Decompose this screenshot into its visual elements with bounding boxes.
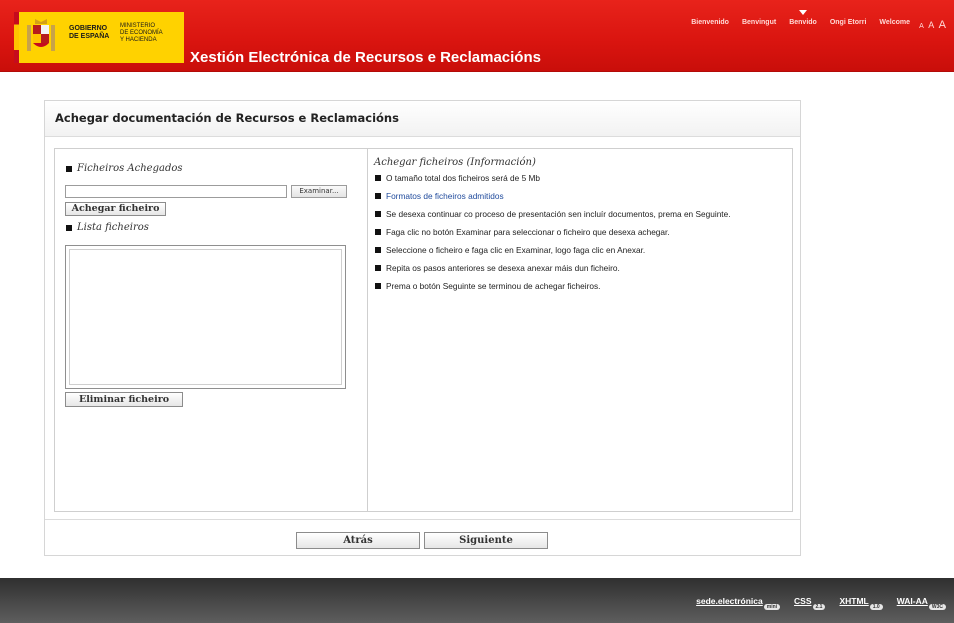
file-list-box[interactable] <box>65 245 346 389</box>
site-footer: sede.electrónicamini CSS2.1 XHTML1.0 WAI… <box>0 578 954 623</box>
content-box: Ficheiros Achegados Examinar... Achegar … <box>54 148 793 512</box>
file-path-input[interactable] <box>65 185 287 198</box>
lang-galician[interactable]: Benvido <box>789 10 817 26</box>
lang-english[interactable]: Welcome <box>879 19 910 26</box>
page-title: Achegar documentación de Recursos e Recl… <box>55 111 399 125</box>
lang-basque[interactable]: Ongi Etorri <box>830 19 867 26</box>
back-button[interactable]: Atrás <box>296 532 420 549</box>
column-divider <box>367 149 368 511</box>
browse-button[interactable]: Examinar... <box>291 185 347 198</box>
site-title: Xestión Electrónica de Recursos e Reclam… <box>190 49 541 66</box>
info-item-formats-link[interactable]: Formatos de ficheiros admitidos <box>375 190 780 203</box>
font-size-small[interactable]: A <box>919 23 924 30</box>
sede-electronica-logo[interactable]: sede.electrónicamini <box>696 596 781 610</box>
footer-badges: sede.electrónicamini CSS2.1 XHTML1.0 WAI… <box>696 596 946 610</box>
header-divider <box>0 71 954 72</box>
panel-footer: Atrás Siguiente <box>45 519 800 555</box>
wai-aa-badge[interactable]: WAI-AAW3C <box>897 596 946 610</box>
info-item-finish: Prema o botón Seguinte se terminou de ac… <box>375 280 780 293</box>
info-item-select: Seleccione o ficheiro e faga clic en Exa… <box>375 244 780 257</box>
xhtml-valid-badge[interactable]: XHTML1.0 <box>839 596 883 610</box>
font-size-controls: A A A <box>919 15 946 33</box>
attached-files-heading: Ficheiros Achegados <box>66 163 183 174</box>
next-button[interactable]: Siguiente <box>424 532 548 549</box>
site-header: GOBIERNO DE ESPAÑA MINISTERIO DE ECONOMÍ… <box>0 0 954 71</box>
info-list: O tamaño total dos ficheiros será de 5 M… <box>375 172 780 298</box>
info-item-continue: Se desexa continuar co proceso de presen… <box>375 208 780 221</box>
lang-catalan[interactable]: Benvingut <box>742 19 776 26</box>
government-name: GOBIERNO DE ESPAÑA <box>69 25 110 40</box>
info-item-repeat: Repita os pasos anteriores se desexa ane… <box>375 262 780 275</box>
language-nav: Bienvenido Benvingut Benvido Ongi Etorri… <box>691 10 910 26</box>
font-size-medium[interactable]: A <box>928 20 934 30</box>
bullet-icon <box>66 224 72 231</box>
lang-spanish[interactable]: Bienvenido <box>691 19 729 26</box>
coat-of-arms-icon <box>27 19 55 51</box>
info-heading: Achegar ficheiros (Información) <box>374 157 536 168</box>
info-item-size: O tamaño total dos ficheiros será de 5 M… <box>375 172 780 185</box>
spain-flag-bar <box>14 12 19 63</box>
bullet-icon <box>66 165 72 172</box>
font-size-large[interactable]: A <box>939 19 946 31</box>
file-list-area <box>69 249 342 385</box>
panel-header: Achegar documentación de Recursos e Recl… <box>45 101 800 137</box>
attach-file-button[interactable]: Achegar ficheiro <box>65 202 166 216</box>
file-list-heading: Lista ficheiros <box>66 222 149 233</box>
upload-panel: Achegar documentación de Recursos e Recl… <box>44 100 801 556</box>
delete-file-button[interactable]: Eliminar ficheiro <box>65 392 183 407</box>
css-valid-badge[interactable]: CSS2.1 <box>794 596 826 610</box>
ministry-name: MINISTERIO DE ECONOMÍA Y HACIENDA <box>120 23 163 43</box>
info-item-browse: Faga clic no botón Examinar para selecci… <box>375 226 780 239</box>
